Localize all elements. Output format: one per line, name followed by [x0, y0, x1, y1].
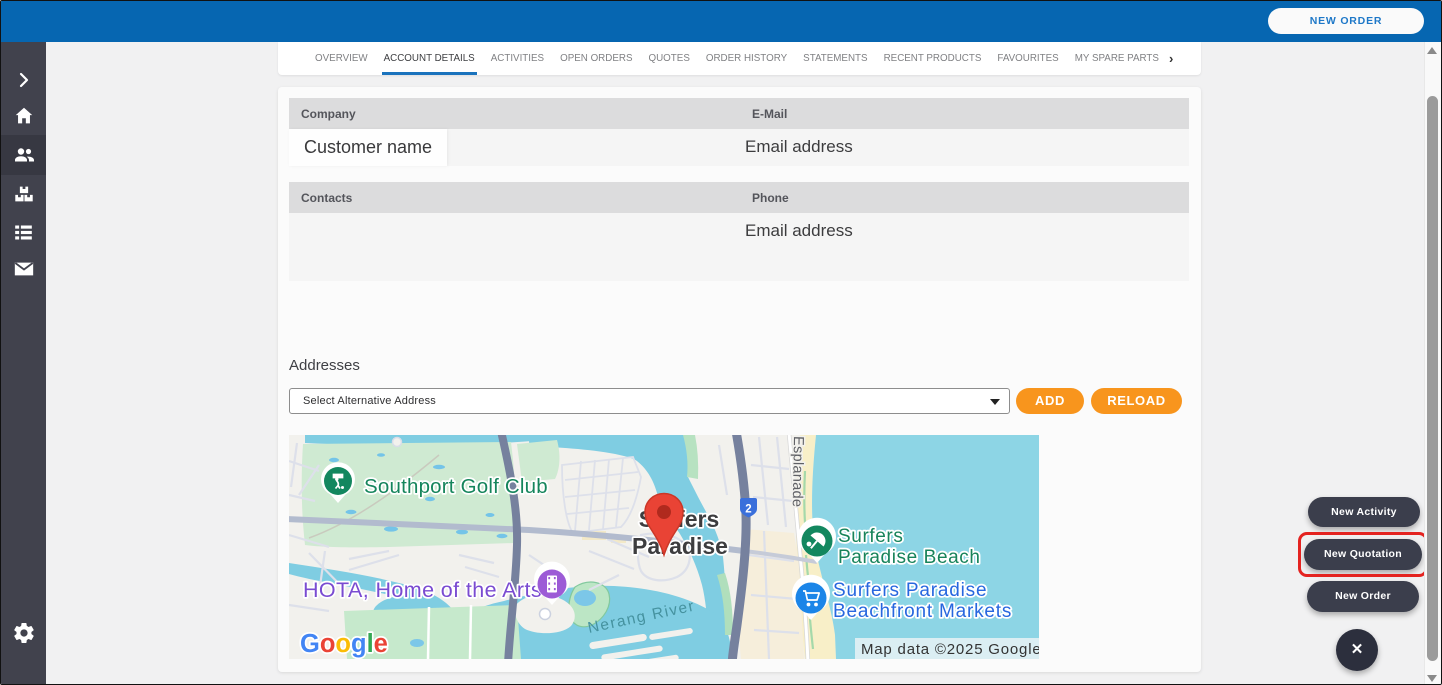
svg-text:HOTA, Home of the Arts: HOTA, Home of the Arts — [303, 578, 542, 602]
svg-text:Beachfront Markets: Beachfront Markets — [833, 601, 1012, 622]
svg-text:Esplanade: Esplanade — [789, 436, 806, 508]
svg-text:Surfers Paradise: Surfers Paradise — [833, 580, 987, 601]
svg-text:Surfers: Surfers — [838, 526, 903, 547]
svg-text:Map data ©2025 Google: Map data ©2025 Google — [861, 641, 1039, 658]
svg-text:Paradise Beach: Paradise Beach — [838, 547, 981, 568]
svg-text:2: 2 — [745, 504, 751, 516]
svg-text:Google: Google — [300, 630, 388, 658]
svg-text:Southport Golf Club: Southport Golf Club — [364, 475, 548, 498]
svg-text:Paradise: Paradise — [632, 533, 728, 559]
